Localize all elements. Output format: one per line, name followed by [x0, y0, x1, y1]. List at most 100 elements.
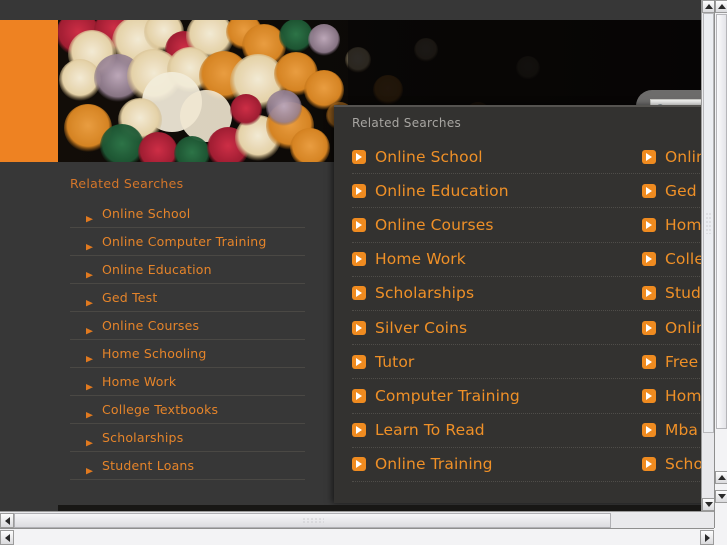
orange-chevron-icon — [642, 388, 656, 403]
popup-link-label: Online Education — [375, 181, 509, 200]
table-row: Silver Coins Online High School — [352, 311, 714, 346]
browser-viewport: Related Searches Online School Online Co… — [0, 0, 727, 545]
hero-orange-block — [0, 20, 58, 162]
arrow-bullet-icon — [78, 237, 94, 250]
list-item-label: College Textbooks — [102, 402, 219, 417]
outer-scroll-left-button[interactable] — [0, 530, 14, 545]
orange-chevron-icon — [352, 286, 366, 301]
arrow-bullet-icon — [78, 209, 94, 222]
scroll-up-arrow-icon — [717, 475, 726, 480]
popup-link[interactable]: Home Work — [352, 243, 642, 276]
orange-chevron-icon — [642, 423, 656, 438]
list-item[interactable]: Home Work — [70, 368, 305, 396]
table-row: Tutor Free High School Diploma — [352, 345, 714, 380]
popup-link[interactable]: Tutor — [352, 345, 642, 378]
list-item[interactable]: Home Schooling — [70, 340, 305, 368]
scrollbar-corner — [714, 528, 727, 545]
inner-horizontal-scroll-thumb[interactable] — [14, 513, 611, 528]
outer-horizontal-scrollbar[interactable] — [0, 528, 714, 545]
outer-scroll-down-button[interactable] — [715, 490, 727, 503]
scroll-thumb-grip-icon — [705, 212, 712, 234]
orange-chevron-icon — [352, 423, 366, 438]
outer-scroll-up-button[interactable] — [715, 0, 727, 13]
list-item[interactable]: Ged Test — [70, 284, 305, 312]
arrow-bullet-icon — [78, 405, 94, 418]
outer-scroll-up-button-2[interactable] — [715, 471, 727, 484]
arrow-bullet-icon — [78, 265, 94, 278]
scroll-down-arrow-icon — [717, 494, 726, 499]
table-row: Scholarships Student Loans — [352, 277, 714, 311]
list-item[interactable]: Online Courses — [70, 312, 305, 340]
popup-link[interactable]: Online Education — [352, 174, 642, 207]
popup-link[interactable]: Silver Coins — [352, 311, 642, 344]
list-item[interactable]: Student Loans — [70, 452, 305, 480]
orange-chevron-icon — [352, 183, 366, 198]
list-item[interactable]: College Textbooks — [70, 396, 305, 424]
inner-scroll-down-button[interactable] — [702, 498, 714, 511]
list-item[interactable]: Online Education — [70, 256, 305, 284]
list-item[interactable]: Scholarships — [70, 424, 305, 452]
popup-link-label: Silver Coins — [375, 318, 468, 337]
table-row: Computer Training Home Schooling — [352, 379, 714, 414]
outer-vertical-scrollbar[interactable] — [714, 0, 727, 528]
inner-vertical-scrollbar[interactable] — [701, 0, 714, 528]
scroll-thumb-grip-icon — [301, 517, 324, 524]
left-related-searches-title: Related Searches — [70, 176, 184, 191]
scroll-left-arrow-icon — [4, 533, 10, 542]
popup-link[interactable]: Computer Training — [352, 379, 642, 412]
table-row: Online School Online Computer Training — [352, 140, 714, 175]
outer-vertical-scroll-thumb[interactable] — [716, 14, 727, 429]
list-item-label: Student Loans — [102, 458, 195, 473]
orange-chevron-icon — [642, 320, 656, 335]
popup-link-label: Home Work — [375, 250, 466, 269]
list-item-label: Online Education — [102, 262, 212, 277]
arrow-bullet-icon — [78, 433, 94, 446]
table-row: Home Work College Textbooks — [352, 243, 714, 277]
scroll-right-arrow-icon — [704, 533, 710, 542]
popup-link[interactable]: Online School — [352, 140, 642, 173]
popup-link-label: Learn To Read — [375, 421, 485, 440]
orange-chevron-icon — [642, 217, 656, 232]
table-row: Online Courses Home Schooling — [352, 208, 714, 243]
popup-title: Related Searches — [352, 116, 462, 130]
orange-chevron-icon — [352, 217, 366, 232]
scroll-left-arrow-icon — [4, 516, 10, 525]
list-item-label: Online School — [102, 206, 191, 221]
orange-chevron-icon — [352, 457, 366, 472]
arrow-bullet-icon — [78, 293, 94, 306]
list-item[interactable]: Online Computer Training — [70, 228, 305, 256]
orange-chevron-icon — [642, 457, 656, 472]
left-related-searches: Related Searches Online School Online Co… — [70, 176, 305, 480]
popup-link[interactable]: Scholarships — [352, 277, 642, 310]
popup-link-label: Online Training — [375, 455, 493, 474]
orange-chevron-icon — [642, 354, 656, 369]
popup-link[interactable]: Online Courses — [352, 208, 642, 241]
inner-scroll-left-button[interactable] — [0, 513, 14, 528]
popup-link-label: Scholarships — [375, 284, 475, 303]
popup-link-label: Computer Training — [375, 386, 520, 405]
left-related-searches-list: Online School Online Computer Training O… — [70, 200, 305, 480]
outer-scroll-right-button[interactable] — [700, 530, 714, 545]
list-item-label: Home Work — [102, 374, 177, 389]
page-content: Related Searches Online School Online Co… — [0, 0, 714, 528]
list-item-label: Online Courses — [102, 318, 200, 333]
inner-horizontal-scrollbar[interactable] — [0, 511, 714, 528]
inner-scroll-up-button[interactable] — [702, 0, 714, 13]
arrow-bullet-icon — [78, 321, 94, 334]
popup-link[interactable]: Learn To Read — [352, 414, 642, 447]
orange-chevron-icon — [642, 252, 656, 267]
popup-link-label: Online Courses — [375, 215, 494, 234]
arrow-bullet-icon — [78, 349, 94, 362]
scroll-up-arrow-icon — [717, 4, 726, 9]
orange-chevron-icon — [352, 388, 366, 403]
list-item-label: Online Computer Training — [102, 234, 267, 249]
orange-chevron-icon — [642, 286, 656, 301]
popup-links-grid: Online School Online Computer Training O… — [334, 140, 714, 482]
popup-link-label: Tutor — [375, 352, 415, 371]
list-item[interactable]: Online School — [70, 200, 305, 228]
table-row: Online Training School Grants — [352, 448, 714, 482]
table-row: Learn To Read Mba — [352, 414, 714, 448]
popup-link-label: Mba — [665, 421, 699, 440]
inner-vertical-scroll-thumb[interactable] — [703, 13, 714, 433]
popup-link[interactable]: Online Training — [352, 448, 642, 481]
